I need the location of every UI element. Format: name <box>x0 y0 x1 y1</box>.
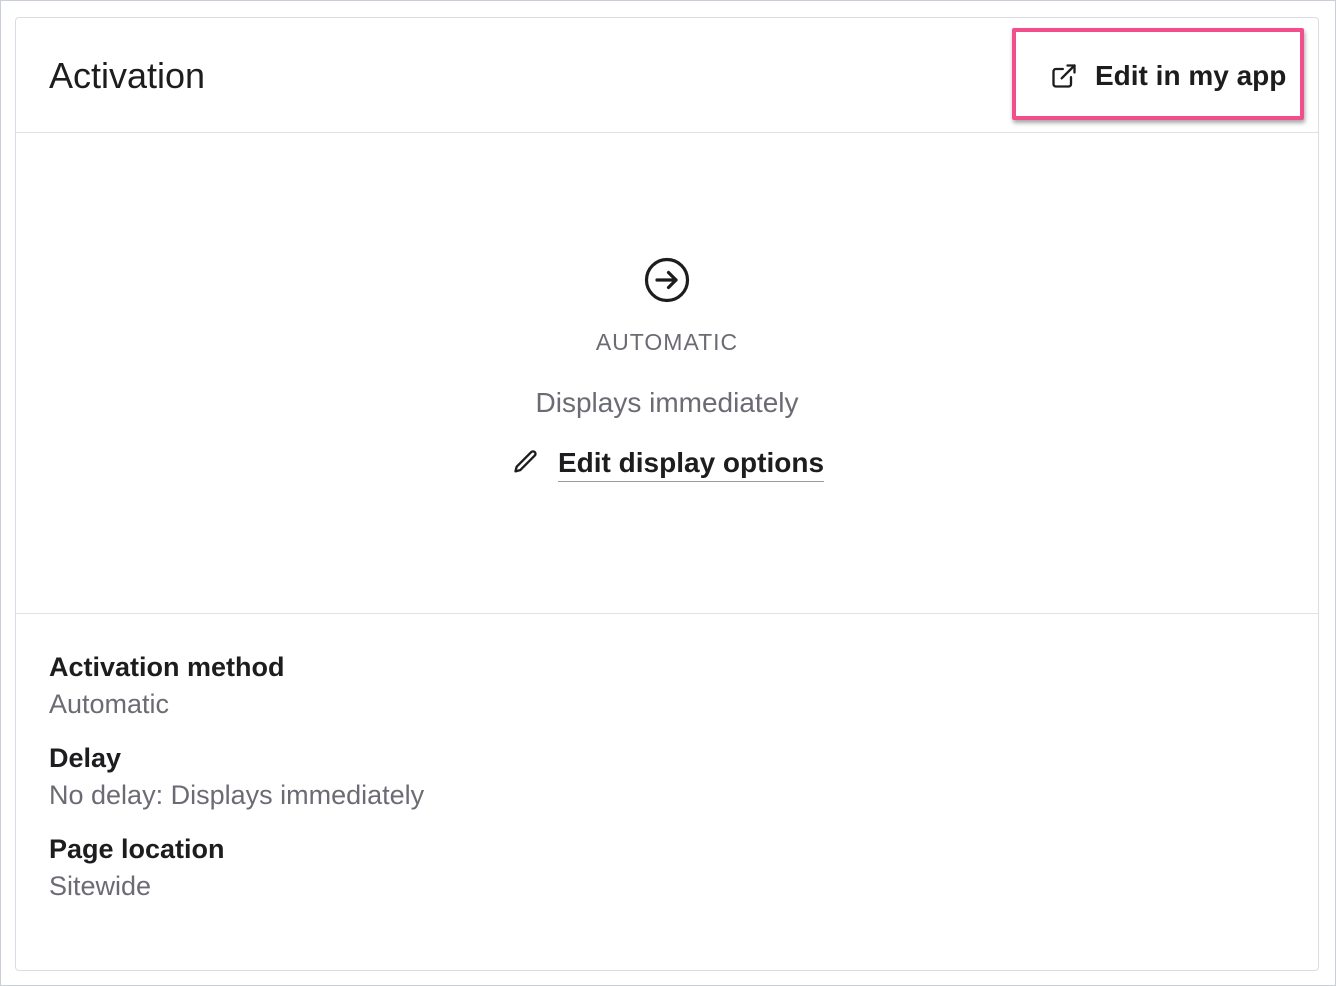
detail-label: Activation method <box>49 652 285 682</box>
edit-display-options-label: Edit display options <box>558 447 825 482</box>
activation-details: Activation method Automatic Delay No del… <box>49 650 424 923</box>
activation-card: Activation Edit in my app AUTOMATIC Disp… <box>15 17 1319 971</box>
edit-in-my-app-button[interactable]: Edit in my app <box>1050 56 1286 96</box>
card-title: Activation <box>49 55 206 96</box>
detail-activation-method: Activation method Automatic <box>49 650 424 724</box>
detail-delay: Delay No delay: Displays immediately <box>49 741 424 815</box>
edit-in-my-app-label: Edit in my app <box>1095 60 1287 91</box>
detail-value: Sitewide <box>49 871 152 901</box>
detail-label: Delay <box>49 743 122 773</box>
window-frame: Activation Edit in my app AUTOMATIC Disp… <box>0 0 1336 986</box>
detail-value: No delay: Displays immediately <box>49 780 425 810</box>
detail-label: Page location <box>49 834 225 864</box>
activation-status-description: Displays immediately <box>535 387 799 418</box>
external-link-icon <box>1050 62 1078 90</box>
arrow-right-circle-icon <box>644 257 690 308</box>
detail-page-location: Page location Sitewide <box>49 832 424 906</box>
pencil-icon <box>512 448 540 481</box>
detail-value: Automatic <box>49 689 170 719</box>
activation-status-panel: AUTOMATIC Displays immediately Edit disp… <box>16 133 1318 614</box>
edit-display-options-link[interactable]: Edit display options <box>512 447 825 482</box>
card-header: Activation Edit in my app <box>16 18 1318 133</box>
activation-status-label: AUTOMATIC <box>595 329 739 355</box>
